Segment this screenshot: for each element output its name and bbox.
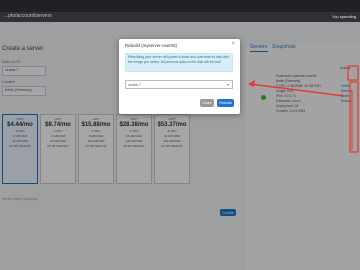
image-select-value: centos-7 xyxy=(128,83,142,87)
close-button[interactable]: Close xyxy=(200,99,214,107)
close-icon[interactable]: × xyxy=(231,41,235,47)
image-select[interactable]: centos-7 ▾ xyxy=(125,80,233,89)
dialog-title: Rebuild (myserver-user06) xyxy=(125,43,177,48)
annotation-box xyxy=(349,81,359,153)
rebuild-button[interactable]: Rebuild xyxy=(217,99,234,107)
annotation-highlight-box xyxy=(347,65,359,81)
rebuild-warning-alert: Rebuilding your server will power it dow… xyxy=(125,53,233,72)
annotation-arrowhead xyxy=(248,80,255,87)
annotation-arrow-line xyxy=(249,83,345,97)
chevron-down-icon: ▾ xyxy=(226,82,229,87)
rebuild-dialog: Rebuild (myserver-user06) × Rebuilding y… xyxy=(119,39,240,114)
